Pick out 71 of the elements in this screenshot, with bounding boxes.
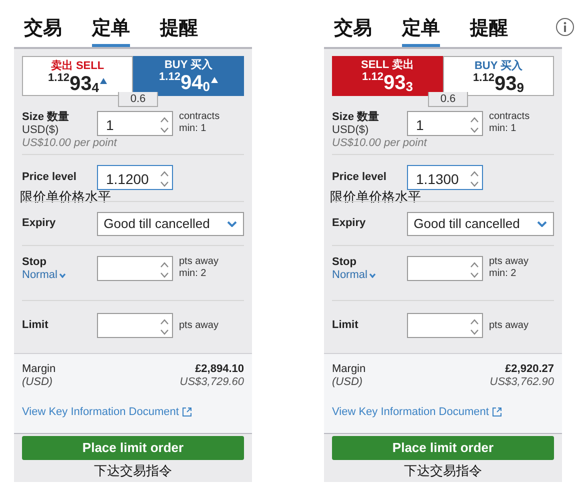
spinner-icon[interactable] [470, 170, 479, 188]
unit-text: pts away [179, 256, 218, 268]
caption-text: 下达交易指令 [94, 462, 172, 480]
chevron-down-icon [369, 273, 376, 278]
min-text: min: 1 [489, 123, 518, 135]
spinner-icon[interactable] [470, 116, 479, 134]
unit-text: contracts [489, 111, 530, 123]
field-label: Price level [22, 170, 78, 186]
size-field[interactable]: 1 [407, 111, 483, 136]
expiry-dropdown[interactable]: Good till cancelled [96, 212, 244, 236]
chevron-down-icon [59, 273, 66, 278]
margin-value-usd: US$3,729.60 [180, 376, 244, 389]
field-label: Limit [22, 318, 50, 333]
stop-field[interactable] [407, 256, 483, 281]
min-text: min: 1 [179, 123, 208, 135]
size-field[interactable]: 1 [97, 111, 173, 136]
spinner-icon[interactable] [160, 261, 169, 279]
field-sublabel: USD($) [332, 124, 370, 137]
tab[interactable]: 提醒 [470, 17, 508, 47]
point-value-note: US$10.00 per point [22, 137, 118, 150]
margin-value: £2,920.27 [505, 363, 554, 376]
spread-value: 0.6 [118, 92, 158, 107]
tab[interactable]: 交易 [24, 17, 62, 47]
tab[interactable]: 提醒 [160, 17, 198, 47]
chevron-down-icon [537, 220, 547, 226]
place-order-button[interactable]: Place limit order [332, 436, 554, 460]
expiry-dropdown[interactable]: Good till cancelled [406, 212, 554, 236]
document-link[interactable]: View Key Information Document [22, 404, 179, 420]
caption-text: 下达交易指令 [404, 462, 482, 480]
field-label: Size 数量 [22, 111, 70, 124]
field-sublabel: USD($) [22, 124, 60, 137]
chevron-down-icon [227, 220, 237, 226]
unit-text: pts away [179, 318, 218, 332]
unit-text: pts away [489, 318, 528, 332]
unit-text: contracts [179, 111, 220, 123]
field-label: Expiry [332, 216, 367, 232]
currency-label: (USD) [332, 376, 364, 389]
spread-value: 0.6 [428, 92, 468, 107]
currency-label: (USD) [22, 376, 54, 389]
limit-field[interactable] [407, 312, 483, 338]
place-order-button[interactable]: Place limit order [22, 436, 244, 460]
field-label: Stop [22, 256, 48, 269]
margin-label: Margin [22, 363, 56, 376]
min-text: min: 2 [179, 268, 208, 280]
spinner-icon[interactable] [160, 116, 169, 134]
tab[interactable]: 交易 [334, 17, 372, 47]
margin-label: Margin [332, 363, 366, 376]
price-level-field[interactable]: 1.1200 [97, 165, 173, 190]
info-icon[interactable] [556, 18, 574, 36]
document-link[interactable]: View Key Information Document [332, 404, 489, 420]
external-link-icon [182, 407, 192, 418]
spinner-icon[interactable] [470, 261, 479, 279]
field-label: Stop [332, 256, 358, 269]
limit-field[interactable] [97, 312, 173, 338]
spinner-icon[interactable] [160, 170, 169, 188]
min-text: min: 2 [489, 268, 518, 280]
stop-field[interactable] [97, 256, 173, 281]
margin-value-usd: US$3,762.90 [490, 376, 554, 389]
stop-type-dropdown[interactable]: Normal [332, 269, 407, 282]
external-link-icon [492, 407, 502, 418]
spinner-icon[interactable] [160, 318, 169, 336]
point-value-note: US$10.00 per point [332, 137, 428, 150]
field-label: Limit [332, 318, 360, 333]
margin-value: £2,894.10 [195, 363, 244, 376]
unit-text: pts away [489, 256, 528, 268]
price-level-field[interactable]: 1.1300 [407, 165, 483, 190]
spinner-icon[interactable] [470, 318, 479, 336]
field-label: Price level [332, 170, 388, 186]
stop-type-dropdown[interactable]: Normal [22, 269, 97, 282]
field-label: Size 数量 [332, 111, 380, 124]
field-label: Expiry [22, 216, 57, 232]
